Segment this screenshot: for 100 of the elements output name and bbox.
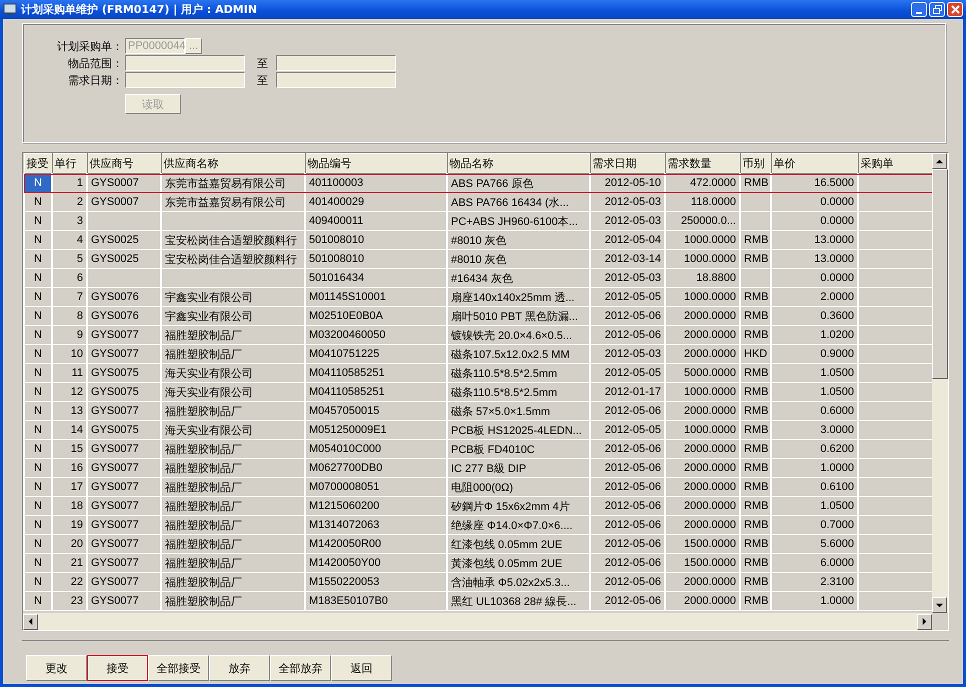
table-cell: RMB — [740, 440, 771, 458]
action-button[interactable]: 全部放弃 — [270, 655, 331, 681]
table-cell: N — [24, 364, 52, 382]
restore-button[interactable] — [929, 2, 945, 17]
table-cell: N — [24, 326, 52, 344]
input-field[interactable] — [125, 72, 245, 88]
minimize-button[interactable] — [911, 2, 927, 17]
table-cell: 磁条110.5*8.5*2.5mm — [447, 364, 590, 382]
table-cell: GYS0077 — [87, 496, 161, 516]
scroll-up-icon[interactable] — [936, 158, 943, 164]
table-cell: GYS0077 — [87, 516, 161, 534]
table-cell: 0.3600 — [771, 306, 858, 326]
table-cell: #8010 灰色 — [447, 250, 590, 268]
table-cell: M1420050R00 — [305, 534, 447, 554]
table-cell: 0.7000 — [771, 516, 858, 534]
table-cell: 0.6000 — [771, 402, 858, 420]
table-cell: M1215060200 — [305, 496, 447, 516]
column-header[interactable]: 物品名称 — [447, 154, 590, 174]
table-cell: 福胜塑胶制品厂 — [161, 402, 305, 420]
table-cell: GYS0076 — [87, 288, 161, 306]
scroll-down-icon[interactable] — [936, 602, 943, 608]
table-cell: RMB — [740, 458, 771, 478]
column-header[interactable]: 单行 — [52, 154, 87, 174]
table-cell: N — [24, 440, 52, 458]
table-cell: 3 — [52, 212, 87, 230]
table-row[interactable]: N 1 GYS0007 东莞市益嘉贸易有限公司 401100003 ABS PA766 原色 2012-05-10 472.0000 RMB 16.5000 — [24, 174, 932, 192]
table-cell: 13.0000 — [771, 230, 858, 250]
table-cell: M1420050Y00 — [305, 554, 447, 572]
column-header[interactable]: 采购单 — [858, 154, 932, 174]
table-cell: 海天实业有限公司 — [161, 420, 305, 440]
table-cell: 2012-05-06 — [590, 516, 665, 534]
table-cell: GYS0077 — [87, 554, 161, 572]
restore-icon — [932, 5, 942, 14]
close-button[interactable] — [947, 2, 963, 17]
table-cell: 12 — [52, 382, 87, 402]
input-field[interactable] — [276, 55, 396, 71]
action-button[interactable]: 放弃 — [209, 655, 270, 681]
table-cell: 2012-05-06 — [590, 572, 665, 592]
table-cell: 2012-05-06 — [590, 534, 665, 554]
table-cell: 福胜塑胶制品厂 — [161, 344, 305, 364]
action-button[interactable]: 接受 — [87, 655, 148, 681]
table-cell: 宇鑫实业有限公司 — [161, 306, 305, 326]
scroll-right-icon[interactable] — [921, 618, 928, 625]
table-cell: 7 — [52, 288, 87, 306]
table-cell: 2012-05-06 — [590, 440, 665, 458]
action-button[interactable]: 返回 — [331, 655, 392, 681]
scroll-left-icon[interactable] — [27, 618, 34, 625]
table-cell: 1.0500 — [771, 496, 858, 516]
table-cell: RMB — [740, 364, 771, 382]
table-cell: RMB — [740, 534, 771, 554]
table-cell: 2.3100 — [771, 572, 858, 592]
table-cell: GYS0007 — [87, 192, 161, 212]
app-icon — [3, 3, 17, 16]
table-cell: N — [24, 420, 52, 440]
horizontal-scrollbar[interactable] — [23, 613, 932, 630]
input-field[interactable] — [276, 72, 396, 88]
table-cell: N — [24, 344, 52, 364]
table-cell: 6 — [52, 268, 87, 288]
table-cell: 1000.0000 — [665, 250, 740, 268]
column-header[interactable]: 币别 — [740, 154, 771, 174]
table-cell: RMB — [740, 174, 771, 192]
table-cell: IC 277 B級 DIP — [447, 458, 590, 478]
table-cell: RMB — [740, 478, 771, 496]
table-cell: 福胜塑胶制品厂 — [161, 496, 305, 516]
table-cell: HKD — [740, 344, 771, 364]
table-cell: 23 — [52, 592, 87, 610]
field-label: 计划采购单： — [57, 40, 123, 54]
table-cell: N — [24, 534, 52, 554]
column-header[interactable]: 供应商号 — [87, 154, 161, 174]
table-cell: 0.6200 — [771, 440, 858, 458]
action-button[interactable]: 更改 — [26, 655, 87, 681]
input-field[interactable] — [125, 55, 245, 71]
close-icon — [950, 5, 960, 14]
table-cell: RMB — [740, 592, 771, 610]
column-header[interactable]: 单价 — [771, 154, 858, 174]
minimize-icon — [916, 12, 922, 14]
table-cell: GYS0077 — [87, 458, 161, 478]
table-cell: 海天实业有限公司 — [161, 382, 305, 402]
action-button[interactable]: 全部接受 — [148, 655, 209, 681]
table-cell: 2012-05-06 — [590, 496, 665, 516]
column-header[interactable]: 物品编号 — [305, 154, 447, 174]
table-cell: 18 — [52, 496, 87, 516]
table-cell: 1000.0000 — [665, 288, 740, 306]
column-header[interactable]: 需求日期 — [590, 154, 665, 174]
column-header[interactable]: 供应商名称 — [161, 154, 305, 174]
table-cell: 250000.0... — [665, 212, 740, 230]
vertical-scrollbar[interactable] — [932, 153, 948, 613]
table-cell: 黑红 UL10368 28# 線長... — [447, 592, 590, 610]
table-cell: 1.0500 — [771, 382, 858, 402]
table-cell: 2000.0000 — [665, 572, 740, 592]
column-header[interactable]: 接受 — [24, 154, 52, 174]
table-cell: 海天实业有限公司 — [161, 364, 305, 382]
table-cell: 13 — [52, 402, 87, 420]
table-cell: 2012-05-05 — [590, 364, 665, 382]
table-cell: 2012-05-06 — [590, 326, 665, 344]
column-header[interactable]: 需求数量 — [665, 154, 740, 174]
table-cell: 福胜塑胶制品厂 — [161, 458, 305, 478]
table-cell: 2000.0000 — [665, 402, 740, 420]
scroll-thumb[interactable] — [932, 169, 948, 379]
table-cell: 21 — [52, 554, 87, 572]
